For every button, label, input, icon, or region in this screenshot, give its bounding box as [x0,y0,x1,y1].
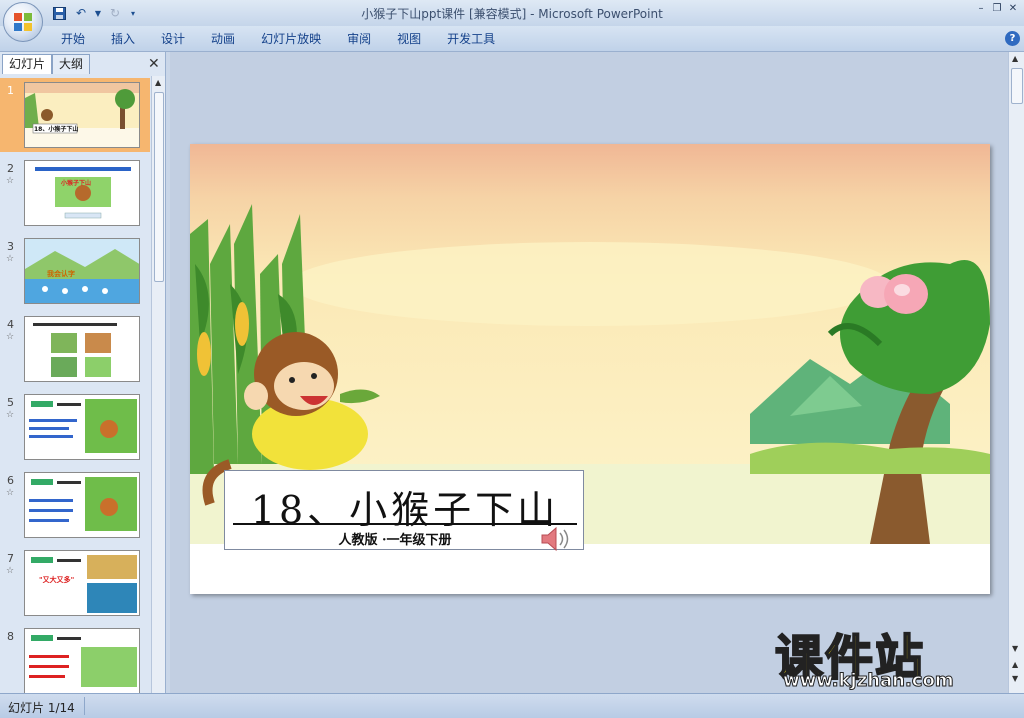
tab-review[interactable]: 审阅 [334,30,384,50]
tab-outline[interactable]: 大纲 [52,54,91,74]
thumbnail-row[interactable]: 7 ☆ "又大又多" [0,546,150,620]
slide-thumbnail[interactable]: 小猴子下山 [24,160,140,226]
thumbnail-art [25,317,139,381]
title-underline [233,523,577,525]
thumbnail-number: 8 [7,630,14,643]
next-slide-icon[interactable]: ▼ [1012,674,1018,683]
window-title: 小猴子下山ppt课件 [兼容模式] - Microsoft PowerPoint [361,7,663,21]
slide-thumbnail[interactable] [24,394,140,460]
speaker-icon[interactable] [536,524,576,554]
animation-star-icon: ☆ [6,488,15,498]
editor-scrollbar[interactable]: ▲ ▼ ▲ ▼ [1008,52,1024,693]
thumbnail-number: 5 [7,396,14,409]
watermark: 课件站 www.kjzhan.com [774,618,1005,693]
animation-star-icon: ☆ [6,410,15,420]
animation-star-icon: ☆ [6,176,15,186]
slide-pane: 幻灯片 大纲 ✕ 1 18、小猴子下山 2 ☆ 小猴子下山 3 ☆ 我会认字 4… [0,52,166,693]
scroll-thumb[interactable] [1011,68,1023,104]
slide-subtitle: 人教版 ·一年级下册 [338,533,452,548]
tab-home[interactable]: 开始 [48,30,98,50]
thumbnail-art [25,161,139,225]
restore-icon[interactable]: ❐ [990,2,1004,16]
scroll-up-icon[interactable]: ▲ [155,78,161,87]
close-icon[interactable]: ✕ [1006,2,1020,16]
scroll-up-icon[interactable]: ▲ [1012,54,1018,63]
animation-star-icon: ☆ [6,332,15,342]
animation-star-icon: ☆ [6,254,15,264]
thumbnail-row[interactable]: 4 ☆ [0,312,150,386]
ribbon: 开始 插入 设计 动画 幻灯片放映 审阅 视图 开发工具 ? [0,26,1024,52]
thumbnail-number: 2 [7,162,14,175]
pane-scrollbar[interactable]: ▲ [151,76,165,693]
watermark-url: www.kjzhan.com [783,670,955,692]
office-button[interactable] [3,2,43,42]
slide-canvas[interactable]: 18、小猴子下山 人教版 ·一年级下册 [190,144,990,594]
window-controls: – ❐ ✕ [974,2,1020,16]
scroll-down-icon[interactable]: ▼ [1012,644,1018,653]
slide-thumbnail[interactable]: 18、小猴子下山 [24,82,140,148]
thumbnail-row[interactable]: 6 ☆ [0,468,150,542]
status-bar: 幻灯片 1/14 [0,693,1024,718]
thumbnail-row[interactable]: 8 [0,624,150,693]
slide-thumbnail[interactable]: 我会认字 [24,238,140,304]
thumbnail-number: 1 [7,84,14,97]
thumbnail-list: 1 18、小猴子下山 2 ☆ 小猴子下山 3 ☆ 我会认字 4 ☆ 5 ☆ 6 … [0,76,150,693]
slide-thumbnail[interactable]: "又大又多" [24,550,140,616]
thumbnail-row[interactable]: 1 18、小猴子下山 [0,78,150,152]
tab-developer[interactable]: 开发工具 [434,30,508,50]
minimize-icon[interactable]: – [974,2,988,16]
tab-design[interactable]: 设计 [148,30,198,50]
thumbnail-caption: 小猴子下山 [61,180,92,187]
thumbnail-row[interactable]: 3 ☆ 我会认字 [0,234,150,308]
tab-slideshow[interactable]: 幻灯片放映 [248,30,334,50]
thumbnail-number: 3 [7,240,14,253]
thumbnail-row[interactable]: 5 ☆ [0,390,150,464]
tab-slides[interactable]: 幻灯片 [2,54,53,74]
title-bar: ↶ ▼ ↻ ▾ 小猴子下山ppt课件 [兼容模式] - Microsoft Po… [0,0,1024,42]
scroll-thumb[interactable] [154,92,164,282]
thumbnail-caption: 我会认字 [47,270,75,278]
slide-thumbnail[interactable] [24,628,140,693]
thumbnail-art [25,239,139,303]
thumbnail-art [25,83,139,147]
animation-star-icon: ☆ [6,566,15,576]
slide-editor: 18、小猴子下山 人教版 ·一年级下册 [170,52,1008,693]
tab-view[interactable]: 视图 [384,30,434,50]
thumbnail-art [25,395,139,459]
status-separator [84,697,85,715]
thumbnail-number: 7 [7,552,14,565]
ribbon-tabs: 开始 插入 设计 动画 幻灯片放映 审阅 视图 开发工具 [48,30,508,50]
previous-slide-icon[interactable]: ▲ [1012,660,1018,669]
title-text-box[interactable]: 18、小猴子下山 人教版 ·一年级下册 [224,470,584,550]
office-logo-icon [14,13,32,31]
thumbnail-row[interactable]: 2 ☆ 小猴子下山 [0,156,150,230]
tab-animations[interactable]: 动画 [198,30,248,50]
thumbnail-number: 4 [7,318,14,331]
close-pane-icon[interactable]: ✕ [148,56,160,72]
thumbnail-art [25,473,139,537]
thumbnail-art [25,629,139,693]
help-icon[interactable]: ? [1005,31,1020,46]
slide-thumbnail[interactable] [24,472,140,538]
thumbnail-number: 6 [7,474,14,487]
slide-thumbnail[interactable] [24,316,140,382]
thumbnail-caption: 18、小猴子下山 [34,126,79,133]
tab-insert[interactable]: 插入 [98,30,148,50]
slide-title: 18、小猴子下山 [250,488,560,532]
thumbnail-caption: "又大又多" [39,576,75,584]
slide-counter: 幻灯片 1/14 [8,701,75,715]
pane-tabs: 幻灯片 大纲 ✕ [2,54,162,74]
